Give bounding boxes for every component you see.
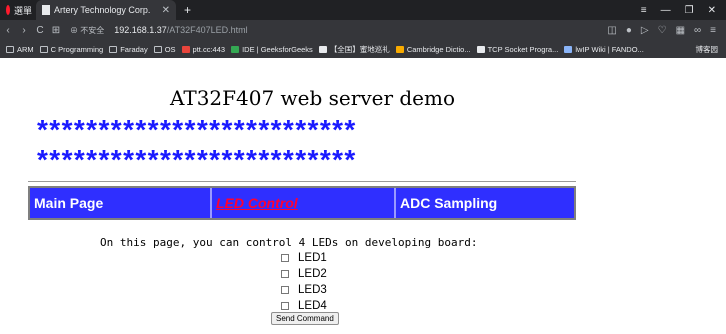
bookmark-label: 【全国】蜜地巡礼 (329, 44, 390, 54)
led-option[interactable]: LED1 (281, 250, 327, 266)
bookmarks-bar: ARM C Programming Faraday OS ptt.cc:443 … (0, 40, 726, 58)
bookmark-label: C Programming (50, 44, 104, 54)
bookmark-link[interactable]: 【全国】蜜地巡礼 (318, 44, 390, 55)
led-option[interactable]: LED3 (281, 282, 327, 298)
page-icon (318, 45, 327, 53)
site-favicon-icon (564, 45, 573, 53)
new-tab-button[interactable]: + (184, 3, 191, 17)
url-path: /AT32F407LED.html (166, 25, 248, 35)
nav-menu: Main Page LED Control ADC Sampling (28, 186, 576, 220)
security-label: 不安全 (80, 25, 105, 35)
led1-checkbox[interactable] (281, 254, 289, 262)
led1-label: LED1 (298, 252, 327, 264)
led-checkbox-list: LED1 LED2 LED3 LED4 (281, 250, 327, 314)
bookmark-label: Cambridge Dictio... (406, 44, 471, 54)
bookmark-link[interactable]: ptt.cc:443 (181, 44, 226, 54)
browser-chrome: 選單 Artery Technology Corp. ✕ + ≡ — ❐ ✕ ‹… (0, 0, 726, 58)
minimize-icon[interactable]: — (661, 5, 671, 16)
reload-icon[interactable]: C (32, 25, 48, 36)
led4-checkbox[interactable] (281, 302, 289, 310)
settings-icon[interactable]: ≡ (710, 25, 716, 36)
bookmark-label: lwIP Wiki | FANDO... (575, 44, 644, 54)
toolbar-icons: ◫ ● ▷ ♡ ▦ ∞ ≡ (607, 25, 726, 36)
folder-icon (109, 45, 118, 53)
tab-active[interactable]: Artery Technology Corp. ✕ (36, 0, 176, 20)
bookmark-link[interactable]: Cambridge Dictio... (395, 44, 471, 54)
page-icon (42, 5, 50, 15)
divider (28, 181, 576, 182)
bookmark-label: ARM (17, 44, 34, 54)
led4-label: LED4 (298, 300, 327, 312)
site-favicon-icon (395, 45, 404, 53)
bookmark-link[interactable]: TCP Socket Progra... (476, 44, 559, 54)
opera-logo-icon (6, 5, 10, 15)
bookmark-folder[interactable]: OS (153, 44, 176, 54)
instructions-text: On this page, you can control 4 LEDs on … (100, 236, 478, 249)
address-field[interactable]: 192.168.1.37/AT32F407LED.html (114, 25, 247, 35)
site-favicon-icon (476, 45, 485, 53)
bookmark-link[interactable]: 博客园 (696, 44, 726, 55)
tab-bar: 選單 Artery Technology Corp. ✕ + ≡ — ❐ ✕ (0, 0, 726, 20)
menu-led-control[interactable]: LED Control (212, 188, 396, 218)
back-icon[interactable]: ‹ (0, 25, 16, 36)
bookmark-label: TCP Socket Progra... (487, 44, 559, 54)
led2-label: LED2 (298, 268, 327, 280)
heart-icon[interactable]: ♡ (658, 25, 667, 36)
link-icon[interactable]: ∞ (694, 25, 701, 36)
security-indicator[interactable]: ⊕ 不安全 (70, 25, 104, 36)
bookmark-link[interactable]: lwIP Wiki | FANDO... (564, 44, 644, 54)
opera-menu-button[interactable]: 選單 (0, 0, 36, 20)
bookmark-folder[interactable]: ARM (6, 45, 34, 54)
led3-label: LED3 (298, 284, 327, 296)
window-controls: ≡ — ❐ ✕ (641, 5, 726, 16)
bookmark-label: OS (164, 44, 176, 54)
site-favicon-icon (231, 45, 240, 53)
address-bar-row: ‹ › C ⊞ ⊕ 不安全 192.168.1.37/AT32F407LED.h… (0, 20, 726, 40)
star-banner-row-1: ************************** (37, 114, 357, 145)
grid-icon[interactable]: ⊞ (48, 25, 64, 36)
led2-checkbox[interactable] (281, 270, 289, 278)
folder-icon (6, 45, 14, 53)
bookmark-folder[interactable]: Faraday (109, 45, 148, 54)
restore-icon[interactable]: ❐ (685, 5, 694, 16)
star-banner-row-2: ************************** (37, 144, 357, 175)
send-command-button[interactable]: Send Command (271, 312, 339, 325)
filter-icon[interactable]: ≡ (641, 5, 647, 16)
url-host: 192.168.1.37 (114, 25, 167, 35)
shield-icon[interactable]: ● (626, 25, 632, 36)
bookmark-label: 博客园 (695, 44, 719, 54)
bookmark-label: Faraday (120, 44, 148, 54)
bookmark-label: IDE | GeeksforGeeks (242, 44, 313, 54)
tab-title: Artery Technology Corp. (54, 5, 151, 15)
camera-icon[interactable]: ◫ (607, 25, 616, 36)
menu-label: 選單 (14, 5, 33, 16)
bookmark-link[interactable]: IDE | GeeksforGeeks (231, 45, 313, 54)
close-tab-icon[interactable]: ✕ (162, 5, 170, 16)
extensions-icon[interactable]: ▦ (676, 25, 685, 36)
led3-checkbox[interactable] (281, 286, 289, 294)
site-favicon-icon (181, 45, 190, 53)
menu-adc-sampling[interactable]: ADC Sampling (396, 188, 574, 218)
close-window-icon[interactable]: ✕ (708, 5, 716, 16)
forward-icon[interactable]: › (16, 25, 32, 36)
bookmark-label: ptt.cc:443 (192, 44, 226, 54)
folder-icon (39, 45, 48, 53)
folder-icon (153, 45, 162, 53)
web-page: AT32F407 web server demo ***************… (0, 58, 726, 334)
menu-main-page[interactable]: Main Page (30, 188, 212, 218)
led-option[interactable]: LED2 (281, 266, 327, 282)
page-title: AT32F407 web server demo (170, 86, 456, 110)
bookmark-folder[interactable]: C Programming (39, 44, 104, 54)
send-icon[interactable]: ▷ (641, 25, 649, 36)
